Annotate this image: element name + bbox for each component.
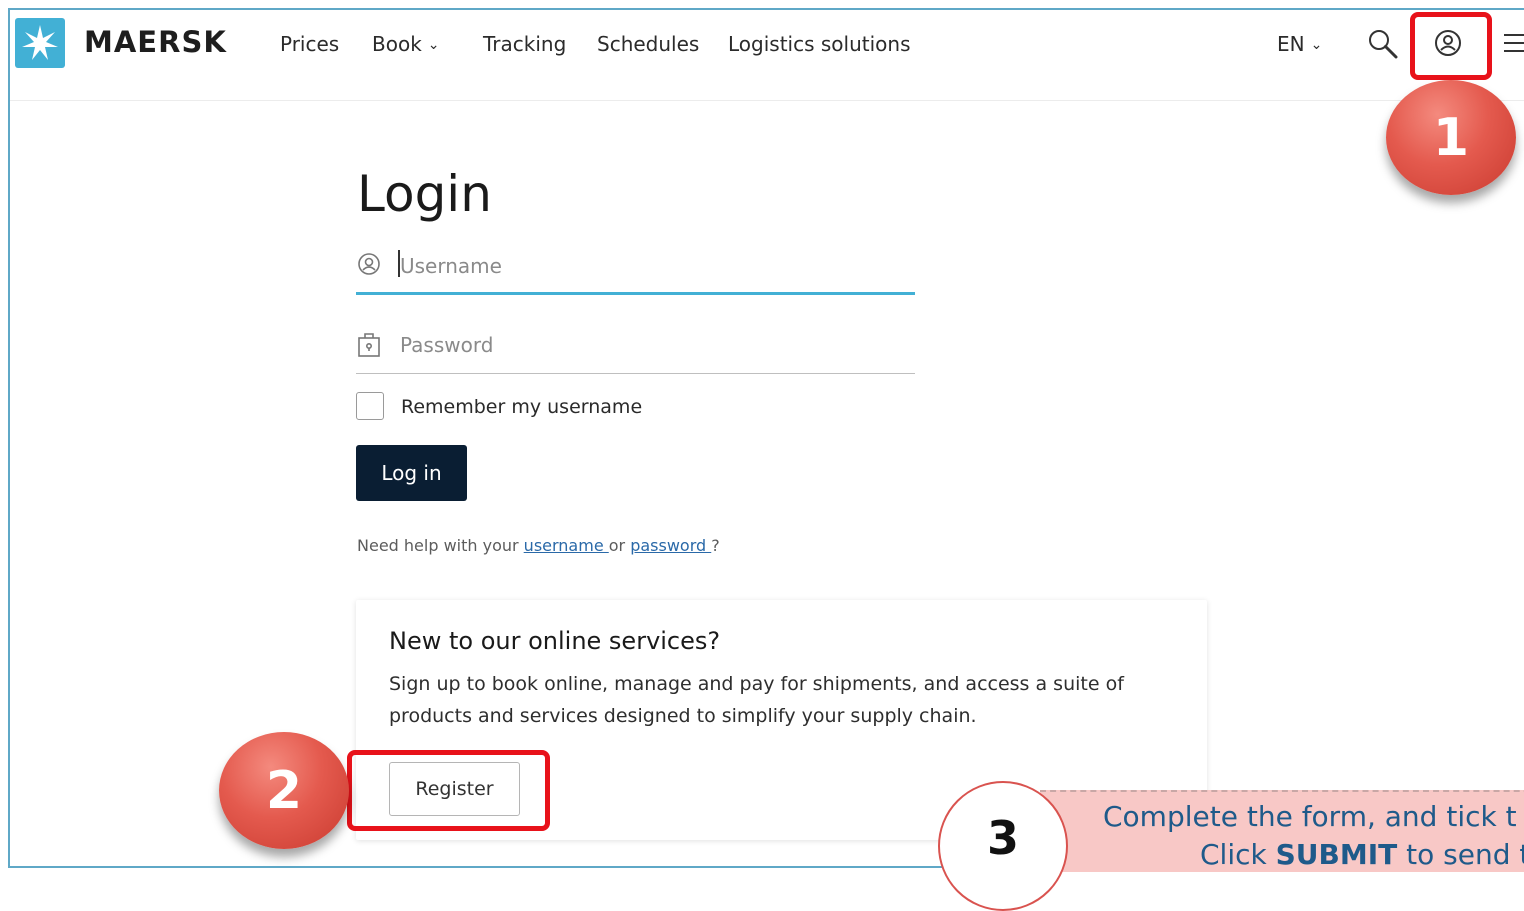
password-help-link[interactable]: password [630, 536, 711, 555]
nav-prices[interactable]: Prices [280, 32, 339, 56]
callout-line-1: Complete the form, and tick t [1103, 800, 1517, 833]
nav-tracking[interactable]: Tracking [483, 32, 566, 56]
site-header: MAERSK Prices Book ⌄ Tracking Schedules L… [10, 10, 1524, 101]
nav-logistics-solutions[interactable]: Logistics solutions [728, 32, 911, 56]
help-prefix: Need help with your [357, 536, 524, 555]
callout-line-2-suffix: to send th [1406, 838, 1524, 871]
nav-book[interactable]: Book ⌄ [372, 32, 440, 56]
step-badge-3: 3 [938, 781, 1068, 911]
password-field [356, 324, 915, 374]
callout-line-2-prefix: Click [1200, 838, 1276, 871]
username-help-link[interactable]: username [524, 536, 609, 555]
highlight-box-register [347, 750, 550, 831]
nav-schedules[interactable]: Schedules [597, 32, 699, 56]
username-field [356, 245, 915, 295]
highlight-box-account [1410, 12, 1492, 80]
help-or: or [608, 536, 631, 555]
register-card-description: Sign up to book online, manage and pay f… [389, 673, 1124, 727]
hamburger-menu-icon[interactable] [1502, 31, 1524, 59]
maersk-star-logo-icon[interactable] [15, 18, 65, 68]
step-badge-3-label: 3 [987, 811, 1020, 865]
language-label: EN [1277, 32, 1305, 56]
user-icon [356, 251, 382, 281]
help-text: Need help with your username or password… [357, 536, 720, 555]
search-icon[interactable] [1367, 28, 1399, 64]
remember-username-label[interactable]: Remember my username [401, 396, 642, 418]
help-suffix: ? [711, 536, 720, 555]
language-selector[interactable]: EN ⌄ [1277, 32, 1322, 56]
step-badge-1: 1 [1386, 80, 1516, 195]
nav-book-label: Book [372, 32, 422, 56]
remember-username-checkbox[interactable] [356, 392, 384, 420]
password-input[interactable] [398, 324, 902, 366]
lock-icon [356, 330, 382, 362]
brand-name[interactable]: MAERSK [84, 25, 227, 59]
page-title: Login [357, 165, 492, 223]
callout-line-2: Click SUBMIT to send th [1200, 838, 1524, 871]
register-card-title: New to our online services? [389, 627, 721, 655]
chevron-down-icon: ⌄ [1310, 37, 1323, 53]
chevron-down-icon: ⌄ [427, 37, 440, 53]
username-input[interactable] [398, 245, 902, 287]
login-button[interactable]: Log in [356, 445, 467, 501]
text-cursor [398, 250, 400, 277]
step-badge-2: 2 [219, 732, 349, 849]
callout-submit-keyword: SUBMIT [1275, 838, 1398, 871]
